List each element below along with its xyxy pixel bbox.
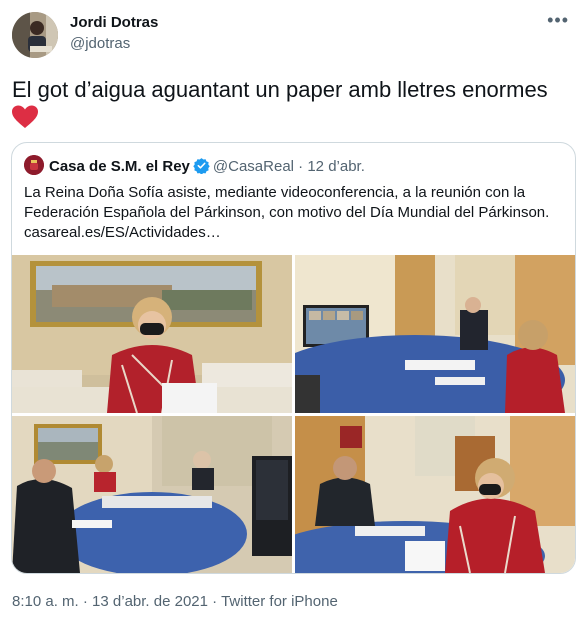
meeting-room-wide-photo[interactable] xyxy=(12,416,292,573)
more-options-icon[interactable]: ••• xyxy=(547,10,569,31)
tweet-body: El got d’aigua aguantant un paper amb ll… xyxy=(12,77,548,102)
dot-separator: · xyxy=(298,158,304,175)
dot-separator: · xyxy=(212,593,218,610)
queen-at-desk-photo[interactable] xyxy=(12,255,292,413)
tweet-source[interactable]: Twitter for iPhone xyxy=(221,593,338,610)
quoted-tweet-card[interactable]: Casa de S.M. el Rey @CasaReal · 12 d’abr… xyxy=(11,142,576,574)
meeting-closeup-photo[interactable] xyxy=(295,416,575,573)
quoted-date[interactable]: 12 d’abr. xyxy=(307,158,365,175)
verified-badge-icon xyxy=(193,158,210,174)
tweet-footer: 8:10 a. m. · 13 d’abr. de 2021 · Twitter… xyxy=(12,593,338,610)
author-avatar[interactable] xyxy=(12,12,58,58)
quoted-media-grid xyxy=(12,255,575,573)
tweet-time[interactable]: 8:10 a. m. xyxy=(12,593,79,610)
tweet-date[interactable]: 13 d’abr. de 2021 xyxy=(92,593,208,610)
quoted-avatar[interactable] xyxy=(24,155,44,175)
royal-crest-icon xyxy=(24,155,44,175)
quoted-name[interactable]: Casa de S.M. el Rey xyxy=(49,158,190,175)
quoted-handle[interactable]: @CasaReal xyxy=(213,158,294,175)
quoted-header: Casa de S.M. el Rey @CasaReal · 12 d’abr… xyxy=(24,155,365,175)
tweet-text: El got d’aigua aguantant un paper amb ll… xyxy=(12,76,572,132)
profile-photo xyxy=(12,12,58,58)
author-handle[interactable]: @jdotras xyxy=(70,35,130,52)
quoted-text: La Reina Doña Sofía asiste, mediante vid… xyxy=(24,184,550,241)
video-conference-table-photo[interactable] xyxy=(295,255,575,413)
author-name[interactable]: Jordi Dotras xyxy=(70,14,158,31)
red-heart-icon xyxy=(12,105,38,128)
dot-separator: · xyxy=(82,593,88,610)
